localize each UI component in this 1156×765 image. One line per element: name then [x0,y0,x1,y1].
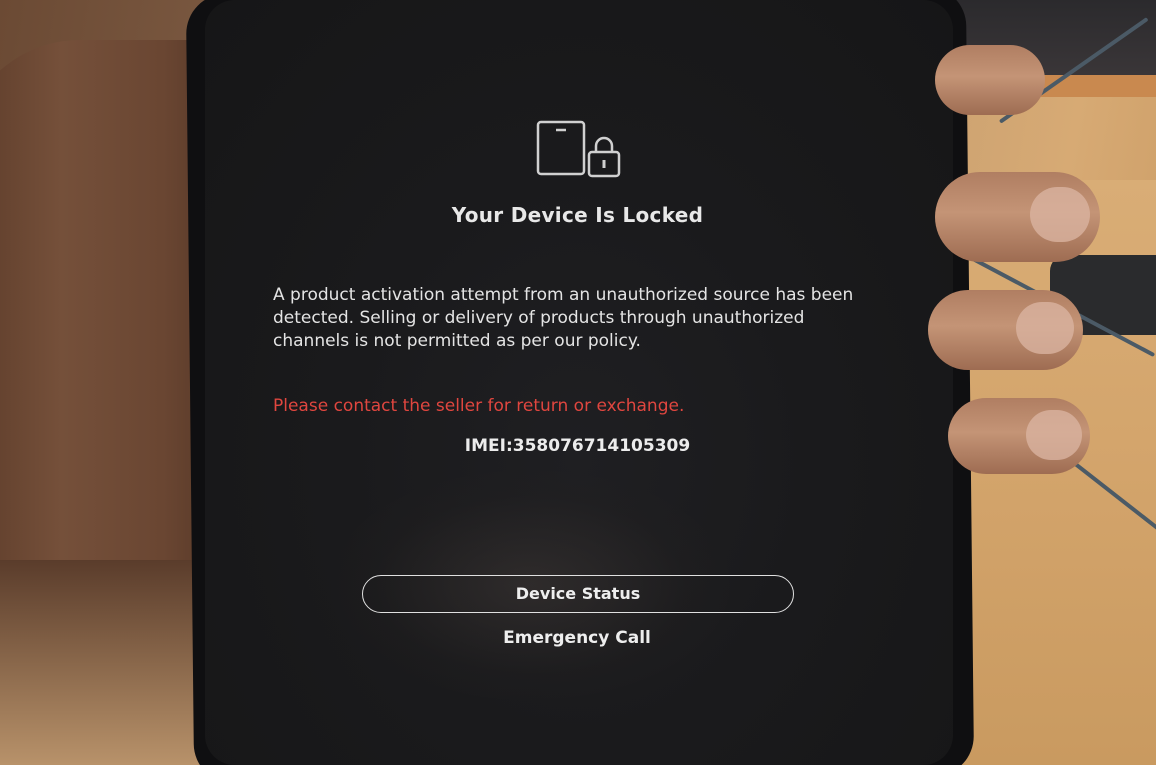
contact-seller-warning: Please contact the seller for return or … [273,396,685,416]
lock-title: Your Device Is Locked [451,203,704,227]
device-status-button[interactable]: Device Status [362,575,794,613]
emergency-call-button[interactable]: Emergency Call [362,628,792,648]
photo-scene: Your Device Is Locked A product activati… [0,0,1156,765]
tablet-lock-icon [536,120,621,178]
finger [935,172,1100,262]
lock-message: A product activation attempt from an una… [273,285,854,351]
imei-number: IMEI:358076714105309 [464,436,691,456]
finger [948,398,1090,474]
finger [928,290,1083,370]
finger [935,45,1045,115]
